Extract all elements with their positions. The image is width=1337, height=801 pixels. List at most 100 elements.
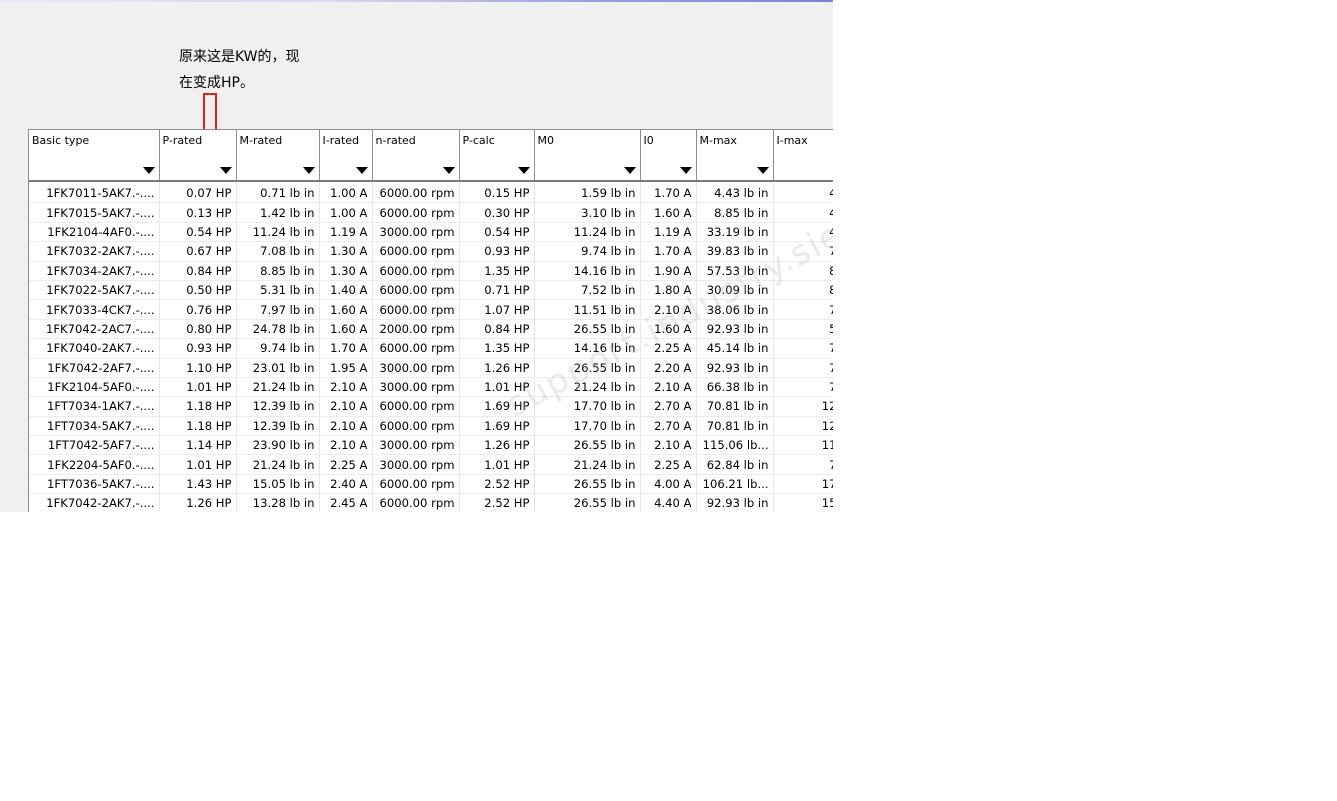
column-header-i-rated[interactable]: I-rated [319, 130, 373, 182]
table-cell: 1.80 A [640, 280, 697, 301]
table-cell: 12.39 lb in [236, 396, 320, 417]
table-cell: 17.70 lb in [534, 396, 641, 417]
filter-dropdown-icon[interactable] [623, 167, 636, 174]
table-cell: 2.10 A [319, 396, 373, 417]
table-cell: 3000.00 rpm [372, 377, 460, 398]
table-row[interactable]: 1FK2204-5AF0.-.... 1.01 HP 21.24 lb in 2.25… [29, 454, 833, 475]
table-row[interactable]: 1FK7032-2AK7.-.... 0.67 HP 7.08 lb in 1.30 … [29, 241, 833, 262]
table-row[interactable]: 1FK7033-4CK7.-.... 0.76 HP 7.97 lb in 1.60 … [29, 299, 833, 320]
table-cell: 1FK7011-5AK7.-.... [29, 181, 160, 204]
table-cell: 26.55 lb in [534, 474, 641, 495]
annotation-line-1: 原来这是KW的，现 [179, 49, 300, 65]
column-header-m0[interactable]: M0 [534, 130, 641, 182]
filter-dropdown-icon[interactable] [756, 167, 769, 174]
table-cell: 2.10 A [319, 377, 373, 398]
table-cell: 1.70 A [319, 338, 373, 359]
table-row[interactable]: 1FK7034-2AK7.-.... 0.84 HP 8.85 lb in 1.30 … [29, 261, 833, 281]
table-cell: 1FK7033-4CK7.-.... [29, 299, 160, 320]
table-cell: 5.80 A [773, 319, 833, 340]
table-cell: 1.70 A [640, 241, 697, 262]
top-edge-line [0, 0, 833, 2]
column-header-label: M-max [699, 134, 737, 147]
column-header-p-rated[interactable]: P-rated [159, 130, 237, 182]
table-row[interactable]: 1FK7011-5AK7.-.... 0.07 HP 0.71 lb in 1.00 … [29, 181, 833, 204]
column-header-label: I0 [643, 134, 654, 147]
column-header-label: M-rated [239, 134, 283, 147]
table-cell: 38.06 lb in [696, 299, 774, 320]
table-cell: 9.74 lb in [236, 338, 320, 359]
table-cell: 1FK7034-2AK7.-.... [29, 261, 160, 281]
table-row[interactable]: 1FT7042-5AF7.-.... 1.14 HP 23.90 lb in 2.10… [29, 435, 833, 456]
table-cell: 3000.00 rpm [372, 454, 460, 475]
table-cell: 1.00 A [319, 202, 373, 223]
table-row[interactable]: 1FT7034-5AK7.-.... 1.18 HP 12.39 lb in 2.10… [29, 416, 833, 437]
table-cell: 70.81 lb in [696, 396, 774, 417]
table-cell: 1FT7034-1AK7.-.... [29, 396, 160, 417]
column-header-basic-type[interactable]: Basic type [29, 130, 160, 182]
table-cell: 1FK7042-2AK7.-.... [29, 493, 160, 512]
screenshot-area: 原来这是KW的，现 在变成HP。 Basic type P-rated M-rate… [0, 0, 833, 512]
table-cell: 1.10 HP [159, 358, 237, 378]
column-header-n-rated[interactable]: n-rated [372, 130, 460, 182]
table-row[interactable]: 1FK7022-5AK7.-.... 0.50 HP 5.31 lb in 1.40 … [29, 280, 833, 301]
table-row[interactable]: 1FK2104-4AF0.-.... 0.54 HP 11.24 lb in 1.19… [29, 222, 833, 243]
table-row[interactable]: 1FK7040-2AK7.-.... 0.93 HP 9.74 lb in 1.70 … [29, 338, 833, 359]
filter-dropdown-icon[interactable] [219, 167, 232, 174]
filter-dropdown-icon[interactable] [442, 167, 455, 174]
table-row[interactable]: 1FK2104-5AF0.-.... 1.01 HP 21.24 lb in 2.10… [29, 377, 833, 398]
table-cell: 39.83 lb in [696, 241, 774, 262]
table-cell: 12.00 A [773, 416, 833, 437]
table-cell: 1.40 A [319, 280, 373, 301]
table-cell: 12.00 A [773, 396, 833, 417]
table-cell: 115.06 lb... [696, 435, 774, 456]
column-header-label: P-rated [162, 134, 203, 147]
table-cell: 1.95 A [319, 358, 373, 378]
table-cell: 106.21 lb... [696, 474, 774, 495]
table-cell: 5.31 lb in [236, 280, 320, 301]
table-cell: 2.45 A [319, 493, 373, 512]
column-header-m-rated[interactable]: M-rated [236, 130, 320, 182]
table-cell: 4.43 lb in [696, 181, 774, 204]
table-cell: 66.38 lb in [696, 377, 774, 398]
table-cell: 1.69 HP [459, 416, 535, 437]
table-row[interactable]: 1FK7042-2AF7.-.... 1.10 HP 23.01 lb in 1.95… [29, 358, 833, 378]
table-row[interactable]: 1FK7042-2AK7.-.... 1.26 HP 13.28 lb in 2.45… [29, 493, 833, 512]
table-cell: 8.85 lb in [236, 261, 320, 281]
filter-dropdown-icon[interactable] [517, 167, 530, 174]
column-header-i-max[interactable]: I-max [773, 130, 833, 182]
table-cell: 23.01 lb in [236, 358, 320, 378]
filter-dropdown-icon[interactable] [302, 167, 315, 174]
table-cell: 1.01 HP [459, 377, 535, 398]
table-cell: 7.35 A [773, 358, 833, 378]
table-cell: 1.18 HP [159, 396, 237, 417]
filter-dropdown-icon[interactable] [679, 167, 692, 174]
table-cell: 4.20 A [773, 181, 833, 204]
table-cell: 6000.00 rpm [372, 396, 460, 417]
table-cell: 2.20 A [640, 358, 697, 378]
table-cell: 1.70 A [640, 181, 697, 204]
table-cell: 6000.00 rpm [372, 474, 460, 495]
column-header-p-calc[interactable]: P-calc [459, 130, 535, 182]
table-cell: 1FK2104-4AF0.-.... [29, 222, 160, 243]
table-cell: 6000.00 rpm [372, 299, 460, 320]
table-cell: 92.93 lb in [696, 493, 774, 512]
filter-dropdown-icon[interactable] [355, 167, 368, 174]
header-row: Basic type P-rated M-rated I-rated n-rated P-… [29, 130, 833, 182]
table-cell: 13.28 lb in [236, 493, 320, 512]
table-cell: 1.60 A [319, 299, 373, 320]
filter-dropdown-icon[interactable] [142, 167, 155, 174]
table-cell: 0.54 HP [159, 222, 237, 243]
table-row[interactable]: 1FK7042-2AC7.-.... 0.80 HP 24.78 lb in 1.60… [29, 319, 833, 340]
table-cell: 1FK7022-5AK7.-.... [29, 280, 160, 301]
column-header-m-max[interactable]: M-max [696, 130, 774, 182]
column-header-i0[interactable]: I0 [640, 130, 697, 182]
table-row[interactable]: 1FT7036-5AK7.-.... 1.43 HP 15.05 lb in 2.40… [29, 474, 833, 495]
table-cell: 1FK2204-5AF0.-.... [29, 454, 160, 475]
table-cell: 1.26 HP [459, 435, 535, 456]
table-cell: 2.10 A [640, 435, 697, 456]
table-row[interactable]: 1FT7034-1AK7.-.... 1.18 HP 12.39 lb in 2.10… [29, 396, 833, 417]
table-cell: 7.00 A [773, 241, 833, 262]
table-cell: 2.52 HP [459, 474, 535, 495]
table-row[interactable]: 1FK7015-5AK7.-.... 0.13 HP 1.42 lb in 1.00 … [29, 202, 833, 223]
motor-data-grid[interactable]: Basic type P-rated M-rated I-rated n-rated P-… [28, 129, 833, 512]
